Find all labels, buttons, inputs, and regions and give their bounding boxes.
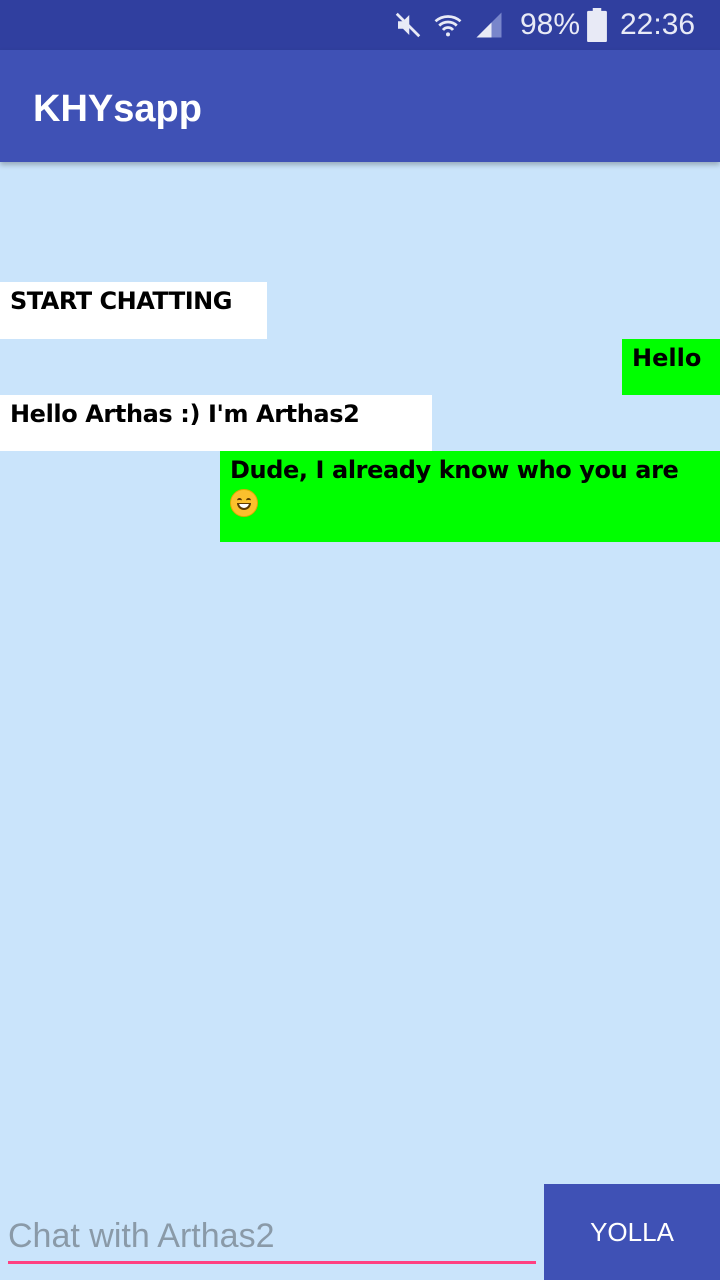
message-outgoing: Hello: [622, 339, 720, 395]
message-outgoing: Dude, I already know who you are: [220, 451, 720, 542]
status-bar: 98% 22:36: [0, 0, 720, 50]
message-composer: YOLLA: [0, 1184, 720, 1280]
message-text: START CHATTING: [10, 287, 232, 315]
battery-icon: [586, 0, 608, 50]
wifi-icon: [433, 0, 463, 50]
signal-icon: [474, 0, 504, 50]
chat-messages-area[interactable]: START CHATTING Hello Hello Arthas :) I'm…: [0, 162, 720, 1184]
grinning-face-with-blush-icon: [230, 489, 258, 517]
status-clock: 22:36: [620, 8, 696, 41]
mute-icon: [393, 0, 423, 50]
send-button[interactable]: YOLLA: [544, 1184, 720, 1280]
message-text: Hello: [632, 344, 702, 372]
chat-input[interactable]: [8, 1212, 536, 1264]
message-incoming: Hello Arthas :) I'm Arthas2: [0, 395, 432, 451]
battery-percent: 98%: [520, 8, 581, 41]
message-text: Hello Arthas :) I'm Arthas2: [10, 400, 360, 428]
app-title: KHYsapp: [33, 88, 202, 130]
message-text: Dude, I already know who you are: [230, 456, 679, 484]
message-incoming: START CHATTING: [0, 282, 267, 339]
app-bar: KHYsapp: [0, 50, 720, 162]
